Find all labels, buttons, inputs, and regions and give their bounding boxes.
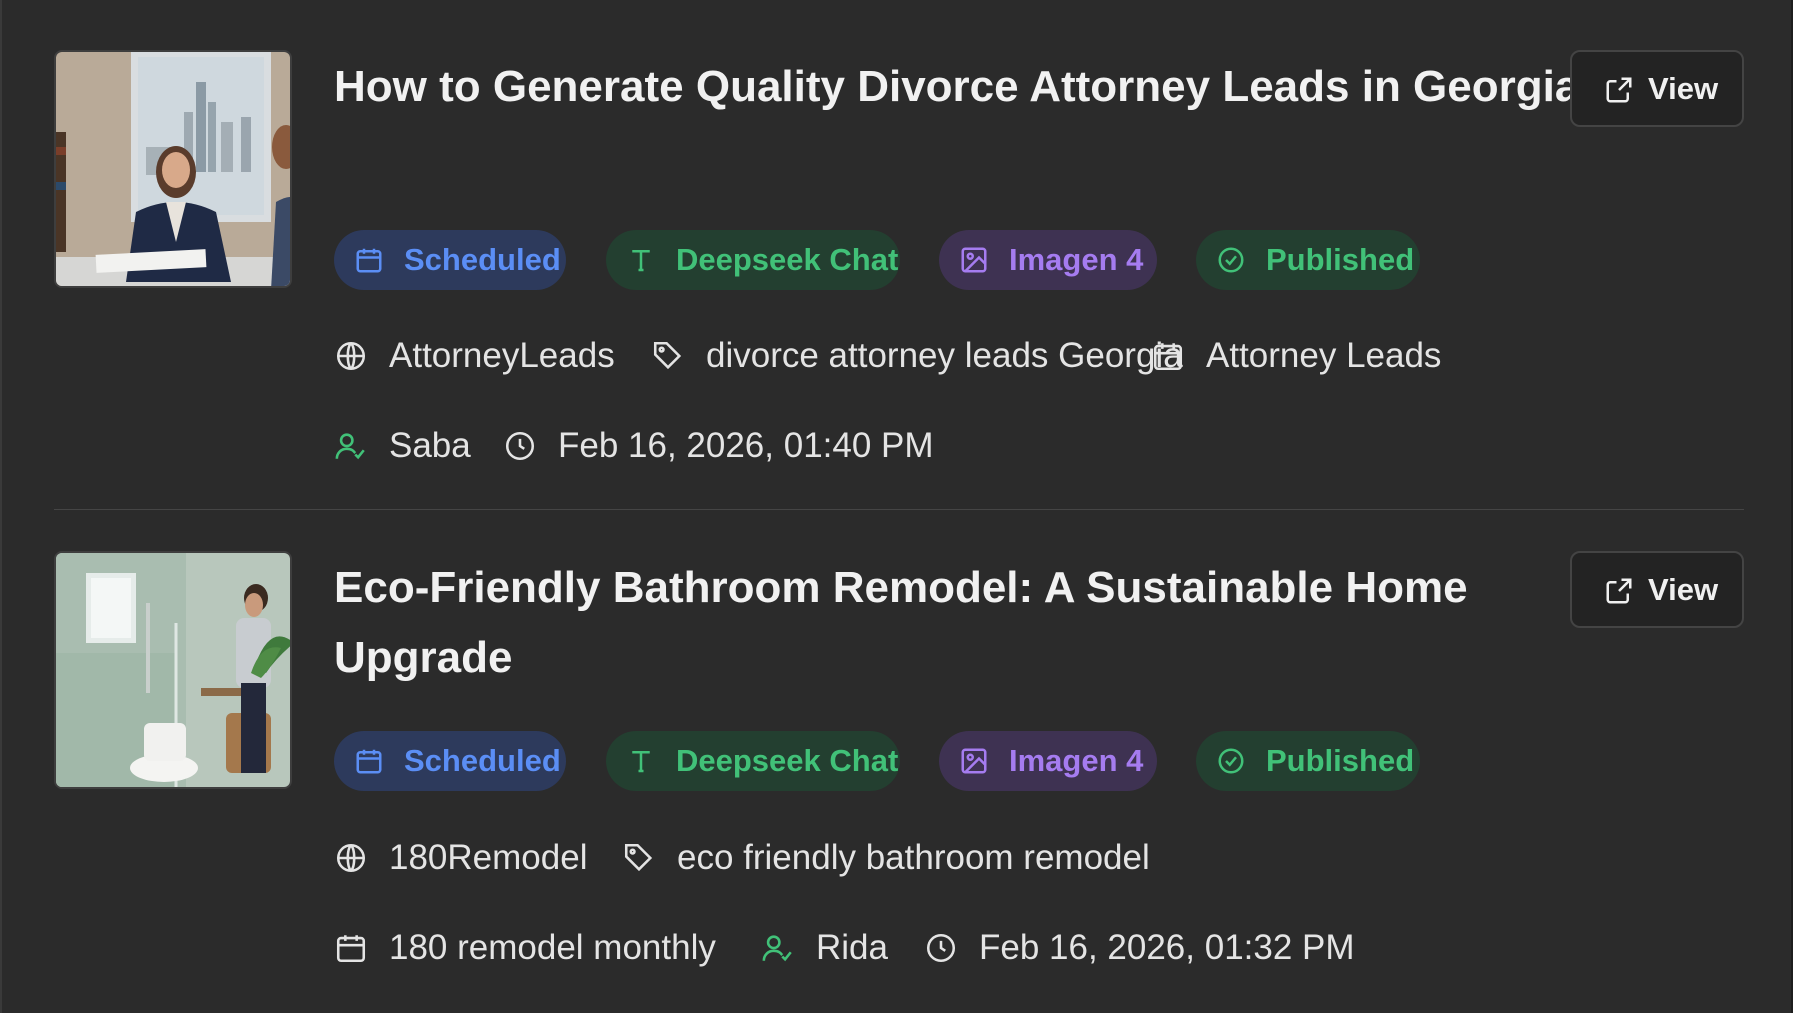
post-thumbnail[interactable]	[54, 50, 292, 288]
image-icon	[961, 247, 987, 273]
clock-icon	[505, 431, 535, 461]
site-name: 180Remodel	[389, 838, 588, 877]
image-model-badge: Imagen 4	[939, 230, 1157, 290]
published-badge: Published	[1196, 731, 1420, 791]
calendar-icon	[336, 935, 366, 963]
site-name: AttorneyLeads	[389, 336, 615, 375]
post-title[interactable]: Eco-Friendly Bathroom Remodel: A Sustain…	[334, 553, 1584, 693]
view-button[interactable]: View	[1570, 551, 1744, 628]
external-link-icon	[1606, 77, 1632, 103]
image-icon	[961, 748, 987, 774]
status-badge: Scheduled	[334, 731, 566, 791]
calendar-icon	[356, 749, 382, 774]
external-link-icon	[1606, 578, 1632, 604]
bathroom-illustration	[56, 553, 290, 787]
office-illustration	[56, 52, 290, 286]
view-button-label: View	[1648, 572, 1719, 607]
user-check-icon	[335, 433, 365, 460]
text-model-badge: Deepseek Chat	[606, 230, 900, 290]
author-row: 180 remodel monthly Rida Feb 16, 2026, 0…	[334, 925, 1584, 971]
user-check-icon	[762, 935, 792, 962]
posts-panel: How to Generate Quality Divorce Attorney…	[0, 0, 1791, 1013]
view-button-label: View	[1648, 71, 1719, 106]
check-circle-icon	[1218, 748, 1244, 774]
tag-icon	[653, 341, 682, 370]
status-badge-label: Scheduled	[404, 242, 561, 277]
published-label: Published	[1266, 242, 1415, 277]
globe-icon	[336, 341, 366, 371]
post-datetime: Feb 16, 2026, 01:32 PM	[979, 928, 1355, 967]
published-label: Published	[1266, 743, 1415, 778]
author-name: Rida	[816, 928, 888, 967]
calendar-icon	[1153, 343, 1183, 371]
meta-row: 180Remodel eco friendly bathroom remodel	[334, 835, 1584, 881]
text-model-label: Deepseek Chat	[676, 242, 899, 277]
post-title[interactable]: How to Generate Quality Divorce Attorney…	[334, 52, 1584, 122]
text-icon	[632, 250, 650, 272]
image-model-label: Imagen 4	[1009, 743, 1144, 778]
image-model-label: Imagen 4	[1009, 242, 1144, 277]
view-button[interactable]: View	[1570, 50, 1744, 127]
post-thumbnail[interactable]	[54, 551, 292, 789]
check-circle-icon	[1218, 247, 1244, 273]
status-badge: Scheduled	[334, 230, 566, 290]
post-datetime: Feb 16, 2026, 01:40 PM	[558, 426, 934, 465]
globe-icon	[336, 843, 366, 873]
keyword: divorce attorney leads Georgia	[706, 336, 1183, 375]
clock-icon	[926, 933, 956, 963]
author-name: Saba	[389, 426, 471, 465]
text-model-badge: Deepseek Chat	[606, 731, 900, 791]
published-badge: Published	[1196, 230, 1420, 290]
meta-row: AttorneyLeads divorce attorney leads Geo…	[334, 333, 1584, 379]
row-divider	[54, 509, 1744, 510]
author-row: Saba Feb 16, 2026, 01:40 PM	[334, 423, 1584, 469]
status-badge-label: Scheduled	[404, 743, 561, 778]
image-model-badge: Imagen 4	[939, 731, 1157, 791]
text-icon	[632, 751, 650, 773]
campaign-name: 180 remodel monthly	[389, 928, 716, 967]
tag-icon	[624, 843, 653, 872]
calendar-icon	[356, 248, 382, 273]
text-model-label: Deepseek Chat	[676, 743, 899, 778]
keyword: eco friendly bathroom remodel	[677, 838, 1150, 877]
campaign-name: Attorney Leads	[1206, 336, 1442, 375]
